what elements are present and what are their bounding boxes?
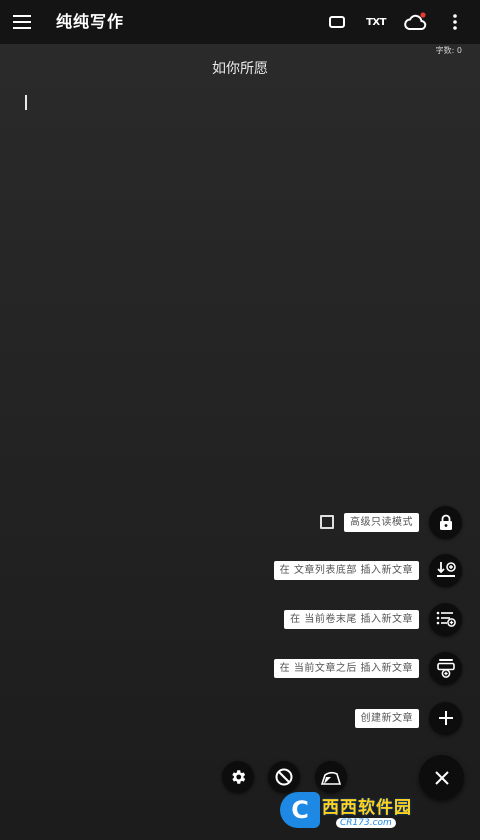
insert-after-row[interactable]: 在 当前文章之后 插入新文章: [273, 651, 462, 685]
insert-bottom-icon[interactable]: [429, 553, 462, 587]
text-cursor[interactable]: [25, 95, 27, 110]
more-vert-icon[interactable]: [441, 8, 469, 36]
watermark-sub-text: CR173.com: [336, 817, 396, 828]
settings-icon[interactable]: [222, 761, 254, 793]
insert-volume-end-row[interactable]: 在 当前卷末尾 插入新文章: [284, 602, 462, 636]
watermark-logo: C: [280, 792, 320, 828]
app-bar: 纯纯写作 TXT: [0, 0, 480, 44]
insert-bottom-label[interactable]: 在 文章列表底部 插入新文章: [273, 560, 419, 580]
fullscreen-icon[interactable]: [323, 8, 351, 36]
document-title[interactable]: 如你所愿: [0, 58, 480, 78]
cloud-sync-icon[interactable]: [401, 8, 429, 36]
create-article-label[interactable]: 创建新文章: [354, 708, 419, 728]
insert-after-icon[interactable]: [429, 651, 462, 685]
readonly-label[interactable]: 高级只读模式: [344, 512, 419, 532]
readonly-mode-row[interactable]: 高级只读模式: [320, 505, 462, 539]
app-title: 纯纯写作: [56, 12, 125, 31]
word-count: 字数: 0: [435, 46, 462, 55]
site-watermark: C 西西软件园 CR173.com: [280, 792, 460, 828]
insert-after-label[interactable]: 在 当前文章之后 插入新文章: [273, 658, 419, 678]
readonly-checkbox[interactable]: [320, 515, 334, 529]
watermark-main-text: 西西软件园: [322, 797, 412, 818]
theme-icon[interactable]: [315, 761, 347, 793]
lock-icon[interactable]: [429, 505, 462, 539]
insert-bottom-row[interactable]: 在 文章列表底部 插入新文章: [273, 553, 462, 587]
block-icon[interactable]: [268, 761, 300, 793]
list-add-icon[interactable]: [429, 602, 462, 636]
create-article-row[interactable]: 创建新文章: [354, 701, 462, 735]
plus-icon[interactable]: [429, 701, 462, 735]
menu-icon[interactable]: [10, 10, 34, 34]
txt-export-button[interactable]: TXT: [362, 8, 390, 36]
insert-volume-end-label[interactable]: 在 当前卷末尾 插入新文章: [284, 609, 419, 629]
